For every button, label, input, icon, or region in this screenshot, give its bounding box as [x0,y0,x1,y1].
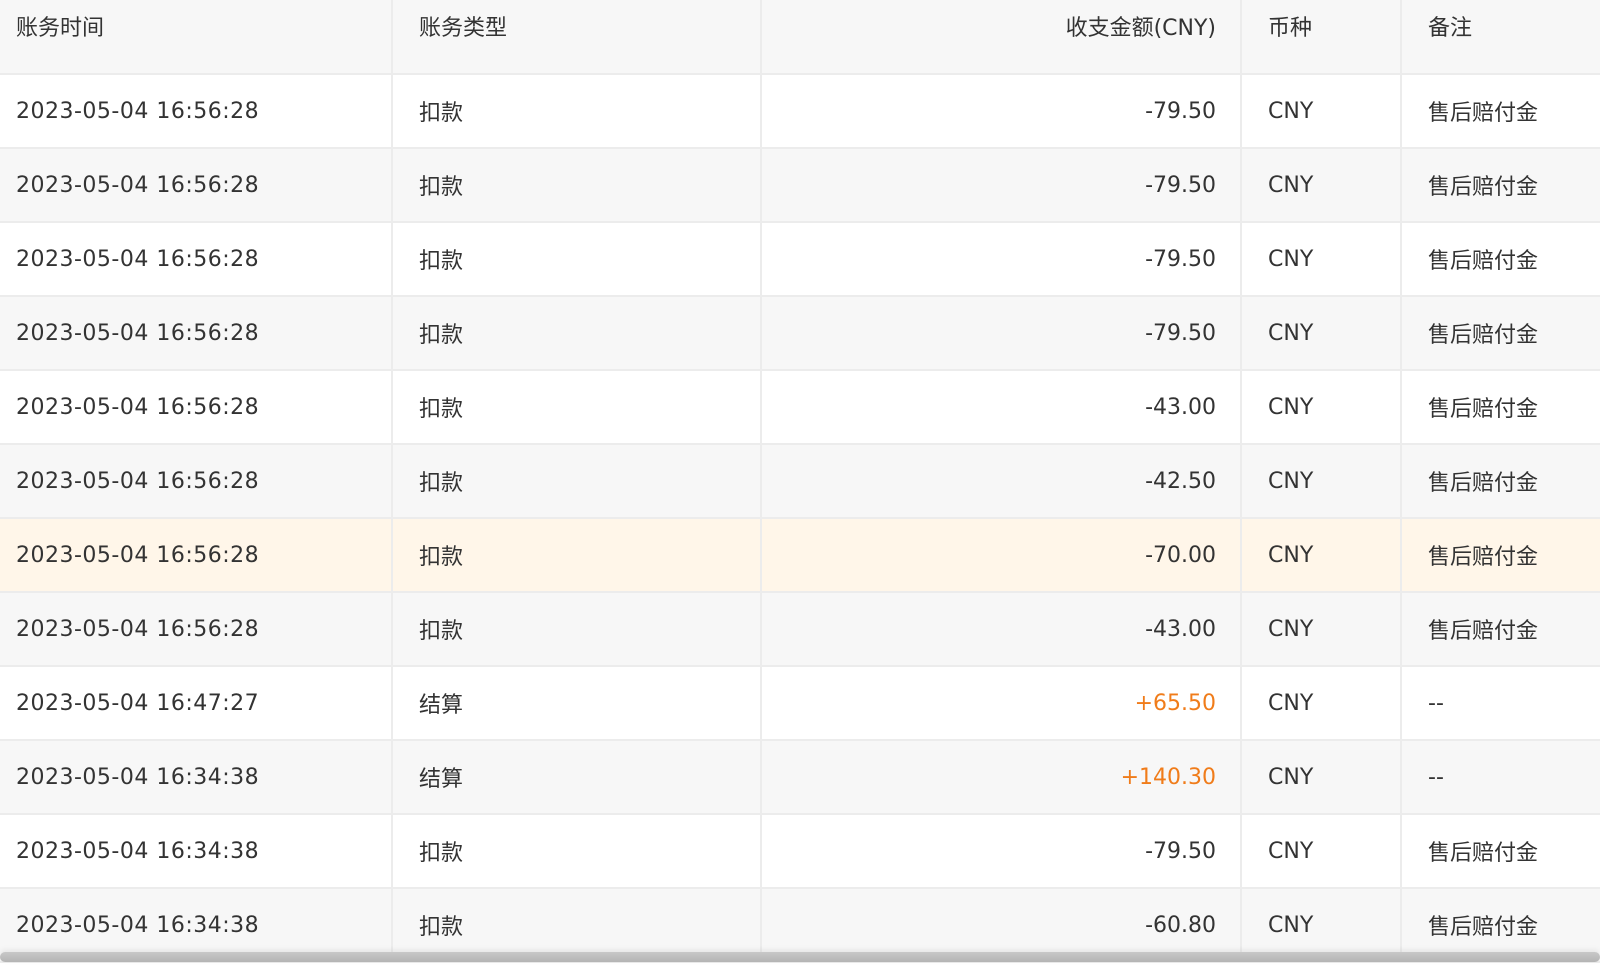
cell-amount: -43.00 [761,370,1242,445]
cell-remark: 售后赔付金 [1401,74,1600,149]
cell-amount: -60.80 [761,888,1242,963]
ledger-table: 账务时间 账务类型 收支金额(CNY) 币种 备注 2023-05-04 16:… [0,0,1600,963]
cell-currency: CNY [1241,740,1402,815]
cell-currency: CNY [1241,518,1402,593]
table-row[interactable]: 2023-05-04 16:47:27 结算 +65.50 CNY -- [0,666,1600,741]
cell-currency: CNY [1241,296,1402,371]
cell-time: 2023-05-04 16:56:28 [0,444,393,519]
cell-time: 2023-05-04 16:56:28 [0,148,393,223]
table-row[interactable]: 2023-05-04 16:56:28 扣款 -70.00 CNY 售后赔付金 [0,518,1600,593]
table-row[interactable]: 2023-05-04 16:56:28 扣款 -79.50 CNY 售后赔付金 [0,74,1600,149]
table-row[interactable]: 2023-05-04 16:34:38 结算 +140.30 CNY -- [0,740,1600,815]
table-spacer-row [0,50,1600,75]
table-row[interactable]: 2023-05-04 16:34:38 扣款 -60.80 CNY 售后赔付金 [0,888,1600,963]
header-amount[interactable]: 收支金额(CNY) [761,0,1242,50]
cell-currency: CNY [1241,222,1402,297]
cell-remark: 售后赔付金 [1401,814,1600,889]
cell-time: 2023-05-04 16:56:28 [0,296,393,371]
cell-type: 扣款 [392,592,762,667]
header-currency[interactable]: 币种 [1241,0,1402,50]
ledger-table-container: 账务时间 账务类型 收支金额(CNY) 币种 备注 2023-05-04 16:… [0,0,1600,972]
cell-remark: 售后赔付金 [1401,148,1600,223]
cell-remark: 售后赔付金 [1401,518,1600,593]
table-body: 2023-05-04 16:56:28 扣款 -79.50 CNY 售后赔付金 2023-… [0,50,1600,963]
cell-type: 扣款 [392,222,762,297]
cell-remark: 售后赔付金 [1401,222,1600,297]
cell-time: 2023-05-04 16:56:28 [0,370,393,445]
table-row[interactable]: 2023-05-04 16:56:28 扣款 -79.50 CNY 售后赔付金 [0,222,1600,297]
table-row[interactable]: 2023-05-04 16:56:28 扣款 -42.50 CNY 售后赔付金 [0,444,1600,519]
cell-time: 2023-05-04 16:47:27 [0,666,393,741]
cell-time: 2023-05-04 16:56:28 [0,518,393,593]
cell-amount: -79.50 [761,148,1242,223]
cell-amount: -43.00 [761,592,1242,667]
cell-currency: CNY [1241,666,1402,741]
cell-type: 扣款 [392,888,762,963]
horizontal-scrollbar[interactable] [0,952,1600,962]
table-row[interactable]: 2023-05-04 16:56:28 扣款 -79.50 CNY 售后赔付金 [0,296,1600,371]
cell-time: 2023-05-04 16:34:38 [0,814,393,889]
cell-type: 扣款 [392,370,762,445]
cell-time: 2023-05-04 16:56:28 [0,222,393,297]
cell-remark: 售后赔付金 [1401,888,1600,963]
cell-amount: +65.50 [761,666,1242,741]
cell-time: 2023-05-04 16:56:28 [0,592,393,667]
cell-remark: 售后赔付金 [1401,444,1600,519]
cell-type: 扣款 [392,296,762,371]
cell-remark: -- [1401,666,1600,741]
cell-time: 2023-05-04 16:56:28 [0,74,393,149]
cell-time: 2023-05-04 16:34:38 [0,888,393,963]
cell-currency: CNY [1241,814,1402,889]
cell-amount: +140.30 [761,740,1242,815]
table-row[interactable]: 2023-05-04 16:56:28 扣款 -79.50 CNY 售后赔付金 [0,148,1600,223]
table-header: 账务时间 账务类型 收支金额(CNY) 币种 备注 [0,0,1600,50]
cell-remark: -- [1401,740,1600,815]
cell-currency: CNY [1241,444,1402,519]
cell-amount: -79.50 [761,74,1242,149]
cell-remark: 售后赔付金 [1401,296,1600,371]
table-row[interactable]: 2023-05-04 16:56:28 扣款 -43.00 CNY 售后赔付金 [0,370,1600,445]
cell-currency: CNY [1241,370,1402,445]
header-type[interactable]: 账务类型 [392,0,762,50]
table-row[interactable]: 2023-05-04 16:56:28 扣款 -43.00 CNY 售后赔付金 [0,592,1600,667]
cell-type: 扣款 [392,518,762,593]
cell-currency: CNY [1241,148,1402,223]
cell-amount: -79.50 [761,814,1242,889]
cell-type: 扣款 [392,74,762,149]
cell-amount: -79.50 [761,296,1242,371]
header-time[interactable]: 账务时间 [0,0,393,50]
cell-remark: 售后赔付金 [1401,370,1600,445]
cell-currency: CNY [1241,74,1402,149]
cell-time: 2023-05-04 16:34:38 [0,740,393,815]
table-row[interactable]: 2023-05-04 16:34:38 扣款 -79.50 CNY 售后赔付金 [0,814,1600,889]
cell-type: 扣款 [392,814,762,889]
cell-remark: 售后赔付金 [1401,592,1600,667]
header-remark[interactable]: 备注 [1401,0,1600,50]
cell-amount: -42.50 [761,444,1242,519]
cell-currency: CNY [1241,592,1402,667]
cell-currency: CNY [1241,888,1402,963]
cell-type: 结算 [392,740,762,815]
cell-amount: -70.00 [761,518,1242,593]
cell-type: 结算 [392,666,762,741]
cell-type: 扣款 [392,148,762,223]
cell-amount: -79.50 [761,222,1242,297]
cell-type: 扣款 [392,444,762,519]
